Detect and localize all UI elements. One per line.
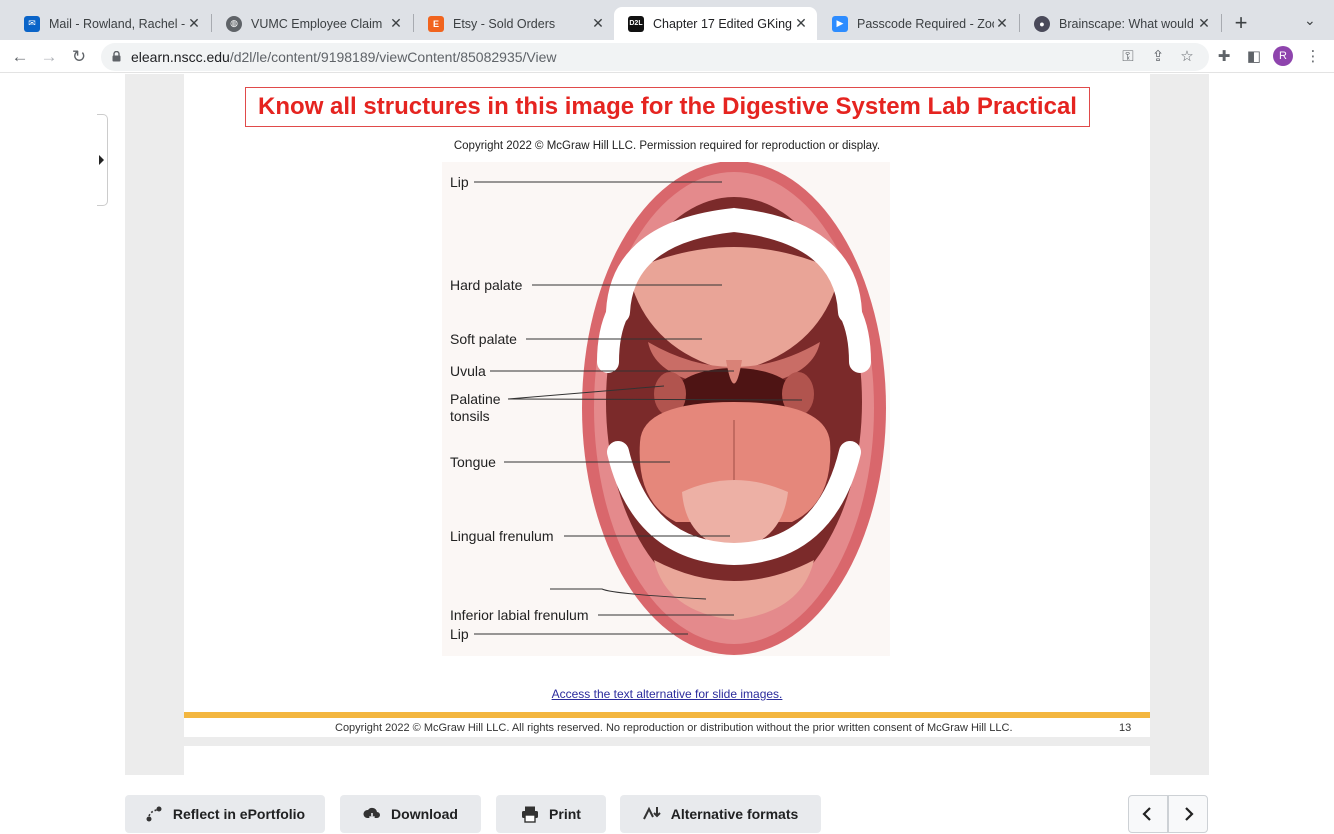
tab-title: Brainscape: What would yo (1059, 16, 1196, 31)
reflect-icon (146, 806, 162, 822)
sidebar-toggle[interactable] (97, 114, 108, 206)
cloud-download-icon (363, 807, 381, 821)
new-tab-icon[interactable]: + (1230, 10, 1252, 36)
tab-strip: ✉ Mail - Rowland, Rachel - Ou ✕ ◍ VUMC E… (0, 0, 1334, 40)
back-arrow-icon[interactable]: ← (9, 46, 31, 68)
footer-copyright: Copyright 2022 © McGraw Hill LLC. All ri… (335, 722, 1013, 734)
tab-chapter17[interactable]: D2L Chapter 17 Edited GKing - D ✕ (614, 7, 817, 40)
next-slide-preview (184, 746, 1150, 775)
etsy-icon: E (428, 15, 444, 32)
chevron-down-icon[interactable]: ⌄ (1304, 12, 1316, 29)
download-label: Download (391, 806, 458, 822)
mouth-diagram: Lip Hard palate Soft palate Uvula Palati… (442, 162, 890, 656)
label-lip-top: Lip (450, 174, 469, 190)
reflect-label: Reflect in ePortfolio (172, 806, 306, 822)
printer-icon (522, 806, 539, 823)
url-path: /d2l/le/content/9198189/viewContent/8508… (229, 49, 557, 65)
d2l-icon: D2L (628, 15, 644, 32)
url-text: elearn.nscc.edu/d2l/le/content/9198189/v… (131, 49, 557, 65)
alternative-formats-button[interactable]: Alternative formats (620, 795, 821, 833)
tab-brainscape[interactable]: ● Brainscape: What would yo ✕ (1020, 7, 1220, 40)
outlook-icon: ✉ (24, 15, 40, 32)
tab-title: VUMC Employee Claim (251, 16, 383, 31)
slide-copyright: Copyright 2022 © McGraw Hill LLC. Permis… (453, 140, 881, 152)
label-lingual-frenulum: Lingual frenulum (450, 528, 554, 544)
slide: Know all structures in this image for th… (184, 74, 1150, 737)
url-host: elearn.nscc.edu (131, 49, 230, 65)
label-uvula: Uvula (450, 363, 486, 379)
next-page-button[interactable] (1168, 795, 1208, 833)
previous-page-button[interactable] (1128, 795, 1168, 833)
tab-title: Etsy - Sold Orders (453, 16, 556, 31)
chevron-left-icon (1142, 807, 1151, 821)
label-inferior-labial-frenulum: Inferior labial frenulum (450, 607, 589, 623)
globe-icon: ◍ (226, 15, 242, 32)
kebab-menu-icon[interactable]: ⋮ (1302, 45, 1324, 67)
close-icon[interactable]: ✕ (994, 15, 1010, 32)
browser-toolbar: ← → ↻ elearn.nscc.edu/d2l/le/content/919… (0, 40, 1334, 73)
tab-title: Chapter 17 Edited GKing - D (653, 16, 793, 31)
share-icon[interactable]: ⇪ (1147, 45, 1169, 67)
address-bar[interactable]: elearn.nscc.edu/d2l/le/content/9198189/v… (101, 43, 1209, 71)
download-button[interactable]: Download (340, 795, 481, 833)
tab-mail[interactable]: ✉ Mail - Rowland, Rachel - Ou ✕ (10, 7, 210, 40)
print-button[interactable]: Print (496, 795, 606, 833)
slide-headline: Know all structures in this image for th… (245, 87, 1090, 127)
label-lip-bottom: Lip (450, 626, 469, 642)
profile-avatar[interactable]: R (1273, 46, 1293, 66)
tab-etsy[interactable]: E Etsy - Sold Orders ✕ (414, 7, 614, 40)
reflect-eportfolio-button[interactable]: Reflect in ePortfolio (125, 795, 325, 833)
close-icon[interactable]: ✕ (388, 15, 404, 32)
forward-arrow-icon[interactable]: → (38, 46, 60, 68)
tab-zoom[interactable]: ▶ Passcode Required - Zoom ✕ (818, 7, 1018, 40)
alt-text-link[interactable]: Access the text alternative for slide im… (184, 687, 1150, 701)
caret-right-icon (99, 155, 104, 165)
reload-icon[interactable]: ↻ (68, 46, 90, 68)
tab-vumc[interactable]: ◍ VUMC Employee Claim ✕ (212, 7, 412, 40)
label-palatine: Palatine (450, 391, 501, 407)
tab-title: Mail - Rowland, Rachel - Ou (49, 16, 186, 31)
label-tongue: Tongue (450, 454, 496, 470)
tab-separator (1221, 14, 1222, 32)
close-icon[interactable]: ✕ (793, 15, 809, 32)
star-icon[interactable]: ☆ (1176, 45, 1198, 67)
close-icon[interactable]: ✕ (186, 15, 202, 32)
print-label: Print (549, 806, 581, 822)
label-soft-palate: Soft palate (450, 331, 517, 347)
close-icon[interactable]: ✕ (1196, 15, 1212, 32)
tab-title: Passcode Required - Zoom (857, 16, 994, 31)
extensions-icon[interactable]: ✚ (1213, 45, 1235, 67)
close-icon[interactable]: ✕ (590, 15, 606, 32)
page-content: Know all structures in this image for th… (0, 74, 1334, 834)
chevron-right-icon (1185, 807, 1194, 821)
label-tonsils: tonsils (450, 408, 490, 424)
alternative-formats-label: Alternative formats (670, 806, 799, 822)
footer-accent-bar (184, 712, 1150, 718)
zoom-icon: ▶ (832, 15, 848, 32)
lock-icon (112, 51, 121, 62)
alternative-formats-icon (642, 806, 661, 820)
brainscape-icon: ● (1034, 15, 1050, 32)
slide-number: 13 (1119, 722, 1132, 734)
label-hard-palate: Hard palate (450, 277, 523, 293)
side-panel-icon[interactable]: ◧ (1243, 45, 1265, 67)
key-icon[interactable]: ⚿ (1117, 45, 1139, 67)
